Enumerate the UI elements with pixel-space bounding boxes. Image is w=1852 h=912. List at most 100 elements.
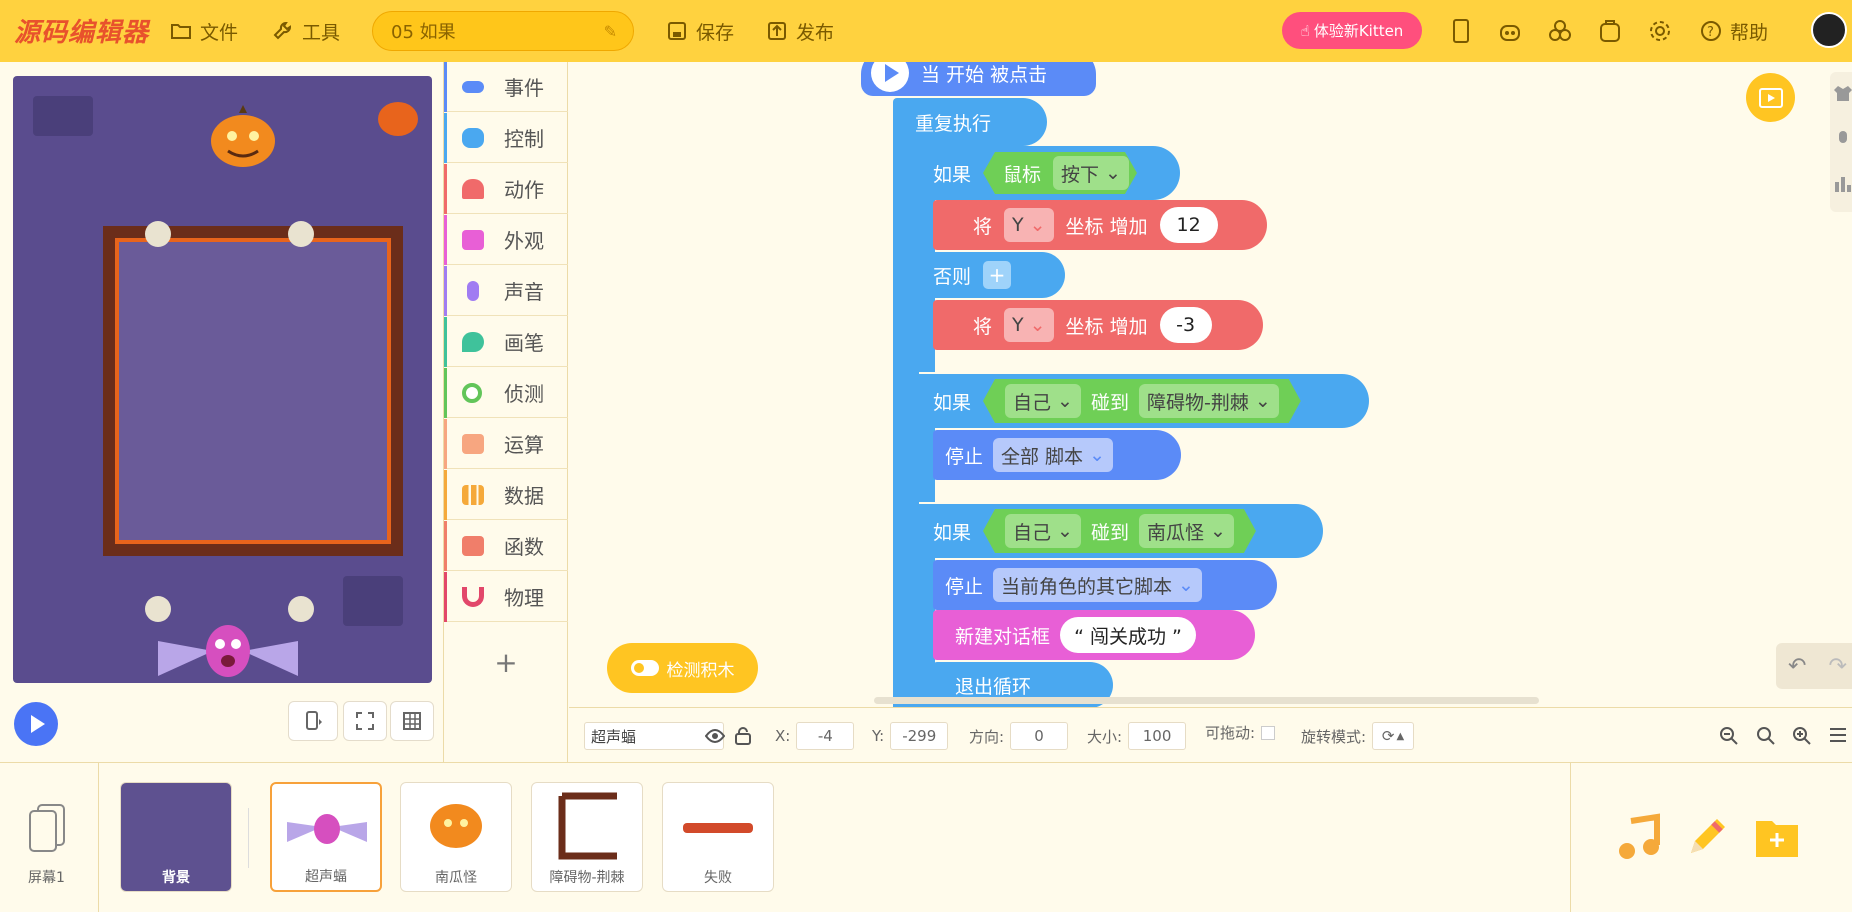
- direction-input[interactable]: 0: [1010, 722, 1069, 750]
- block-label: 否则: [933, 265, 972, 288]
- if-touching-block[interactable]: 如果 自己 ⌄ 碰到 南瓜怪 ⌄: [913, 504, 1323, 558]
- check-blocks-button[interactable]: 检测积木: [607, 643, 758, 693]
- try-kitten-button[interactable]: ☝ 体验新Kitten: [1282, 12, 1422, 49]
- blocks-icon[interactable]: [1546, 17, 1574, 45]
- undo-icon[interactable]: ↶: [1788, 654, 1806, 679]
- stop-option-dropdown[interactable]: 全部 脚本 ⌄: [993, 438, 1113, 472]
- else-block[interactable]: 否则 +: [913, 252, 1065, 298]
- category-sound[interactable]: 声音: [444, 266, 568, 316]
- target-dropdown[interactable]: 南瓜怪 ⌄: [1139, 514, 1234, 548]
- user-avatar[interactable]: [1811, 12, 1847, 48]
- value-input[interactable]: -3: [1159, 307, 1212, 343]
- touching-sensor-block[interactable]: 自己 ⌄ 碰到 障碍物-荆棘 ⌄: [983, 379, 1301, 423]
- sprite-card-background[interactable]: 背景: [120, 782, 232, 892]
- forever-block[interactable]: 重复执行: [893, 98, 1047, 146]
- menu-icon[interactable]: [1829, 727, 1847, 743]
- add-folder-icon[interactable]: [1754, 815, 1800, 859]
- self-dropdown[interactable]: 自己 ⌄: [1005, 384, 1081, 418]
- size-input[interactable]: 100: [1128, 722, 1187, 750]
- category-sensing[interactable]: 侦测: [444, 368, 568, 418]
- workspace-horizontal-scrollbar[interactable]: [874, 697, 1539, 704]
- screen-label: 屏幕1: [28, 870, 65, 886]
- new-dialog-block[interactable]: 新建对话框 “ 闯关成功 ”: [933, 610, 1255, 660]
- zoom-in-icon[interactable]: [1792, 726, 1812, 746]
- sprite-name-field[interactable]: 超声蝠: [584, 722, 724, 750]
- bar-chart-icon[interactable]: [1834, 174, 1852, 192]
- tools-menu-button[interactable]: 工具: [272, 16, 340, 46]
- value-input[interactable]: 12: [1159, 207, 1218, 243]
- category-functions[interactable]: 函数: [444, 521, 568, 571]
- music-icon[interactable]: [1615, 813, 1663, 861]
- stop-block[interactable]: 停止 全部 脚本 ⌄: [933, 430, 1181, 480]
- shirt-icon[interactable]: [1834, 84, 1852, 102]
- category-data[interactable]: 数据: [444, 470, 568, 520]
- if-mouse-block[interactable]: 如果 鼠标 按下 ⌄: [913, 146, 1180, 200]
- sprite-card-fail[interactable]: 失败: [662, 782, 774, 892]
- y-input[interactable]: -299: [890, 722, 949, 750]
- lock-icon[interactable]: [734, 727, 752, 745]
- category-motion[interactable]: 动作: [444, 164, 568, 214]
- help-button[interactable]: ? 帮助: [1700, 16, 1768, 46]
- change-y-block[interactable]: 将 Y ⌄ 坐标 增加 -3: [933, 300, 1263, 350]
- fullscreen-button[interactable]: [343, 701, 387, 741]
- category-control[interactable]: 控制: [444, 113, 568, 163]
- grid-toggle-button[interactable]: [390, 701, 434, 741]
- if-touching-block[interactable]: 如果 自己 ⌄ 碰到 障碍物-荆棘 ⌄: [913, 374, 1369, 428]
- publish-button[interactable]: 发布: [766, 16, 834, 46]
- add-category-button[interactable]: +: [444, 642, 568, 682]
- draggable-checkbox[interactable]: [1261, 725, 1276, 740]
- zoom-out-icon[interactable]: [1719, 726, 1739, 746]
- project-name-input[interactable]: 05 如果 ✎: [372, 11, 634, 51]
- screen-selector[interactable]: 屏幕1: [0, 763, 99, 912]
- category-event[interactable]: 事件: [444, 62, 568, 112]
- phone-icon[interactable]: [1447, 17, 1475, 45]
- redo-icon[interactable]: ↷: [1828, 654, 1846, 679]
- tutorial-video-button[interactable]: [1746, 73, 1795, 122]
- help-question-icon: ?: [1700, 20, 1722, 42]
- stop-block[interactable]: 停止 当前角色的其它脚本 ⌄: [933, 560, 1277, 610]
- change-y-block[interactable]: 将 Y ⌄ 坐标 增加 12: [933, 200, 1267, 250]
- dialog-text-input[interactable]: “ 闯关成功 ”: [1060, 617, 1197, 653]
- mouse-sensor-block[interactable]: 鼠标 按下 ⌄: [983, 152, 1137, 194]
- sprite-name-input[interactable]: 超声蝠: [584, 722, 724, 750]
- category-physics[interactable]: 物理: [444, 572, 568, 622]
- touching-sensor-block[interactable]: 自己 ⌄ 碰到 南瓜怪 ⌄: [983, 509, 1256, 553]
- axis-dropdown[interactable]: Y ⌄: [1004, 308, 1054, 342]
- category-label: 控制: [504, 127, 544, 151]
- sprite-property-bar: 超声蝠 X: -4 Y: -299 方向: 0 大小: 100 可拖动: 旋转模…: [569, 707, 1852, 762]
- sprite-card-thorns[interactable]: 障碍物-荆棘: [531, 782, 643, 892]
- target-dropdown[interactable]: 障碍物-荆棘 ⌄: [1139, 384, 1279, 418]
- pencil-icon[interactable]: [1683, 813, 1731, 861]
- mouse-state-dropdown[interactable]: 按下 ⌄: [1053, 156, 1129, 190]
- eye-icon[interactable]: [705, 729, 725, 743]
- robot-icon[interactable]: [1496, 17, 1524, 45]
- rotation-mode-dropdown[interactable]: ⟳ ▲: [1372, 722, 1415, 750]
- sprite-card-bat[interactable]: 超声蝠: [270, 782, 382, 892]
- sprite-card-pumpkin[interactable]: 南瓜怪: [400, 782, 512, 892]
- skull-decoration: [288, 596, 314, 622]
- chevron-down-icon: ⌄: [1254, 390, 1271, 412]
- category-operators[interactable]: 运算: [444, 419, 568, 469]
- backpack-icon[interactable]: [1596, 17, 1624, 45]
- script-workspace[interactable]: 当 开始 被点击 重复执行 如果 鼠标 按下 ⌄ 将 Y ⌄ 坐标 增加 12 否则…: [569, 62, 1852, 707]
- category-label: 数据: [504, 484, 544, 508]
- run-button[interactable]: [14, 702, 58, 746]
- zoom-reset-icon[interactable]: [1756, 726, 1776, 746]
- file-menu-button[interactable]: 文件: [170, 16, 238, 46]
- device-mode-button[interactable]: [288, 701, 338, 741]
- dropdown-value: 南瓜怪: [1146, 521, 1204, 544]
- x-input[interactable]: -4: [796, 722, 855, 750]
- category-pen[interactable]: 画笔: [444, 317, 568, 367]
- self-dropdown[interactable]: 自己 ⌄: [1005, 514, 1081, 548]
- pumpkin-sprite: [211, 105, 275, 167]
- settings-gear-icon[interactable]: [1646, 17, 1674, 45]
- axis-dropdown[interactable]: Y ⌄: [1004, 208, 1054, 242]
- add-branch-button[interactable]: +: [983, 261, 1012, 289]
- stop-option-dropdown[interactable]: 当前角色的其它脚本 ⌄: [993, 568, 1202, 602]
- save-button[interactable]: 保存: [666, 16, 734, 46]
- microphone-icon[interactable]: [1836, 130, 1850, 150]
- rotation-mode-label: 旋转模式:: [1301, 727, 1367, 746]
- stage-canvas[interactable]: [13, 76, 432, 683]
- when-start-clicked-block[interactable]: 当 开始 被点击: [861, 62, 1096, 96]
- category-looks[interactable]: 外观: [444, 215, 568, 265]
